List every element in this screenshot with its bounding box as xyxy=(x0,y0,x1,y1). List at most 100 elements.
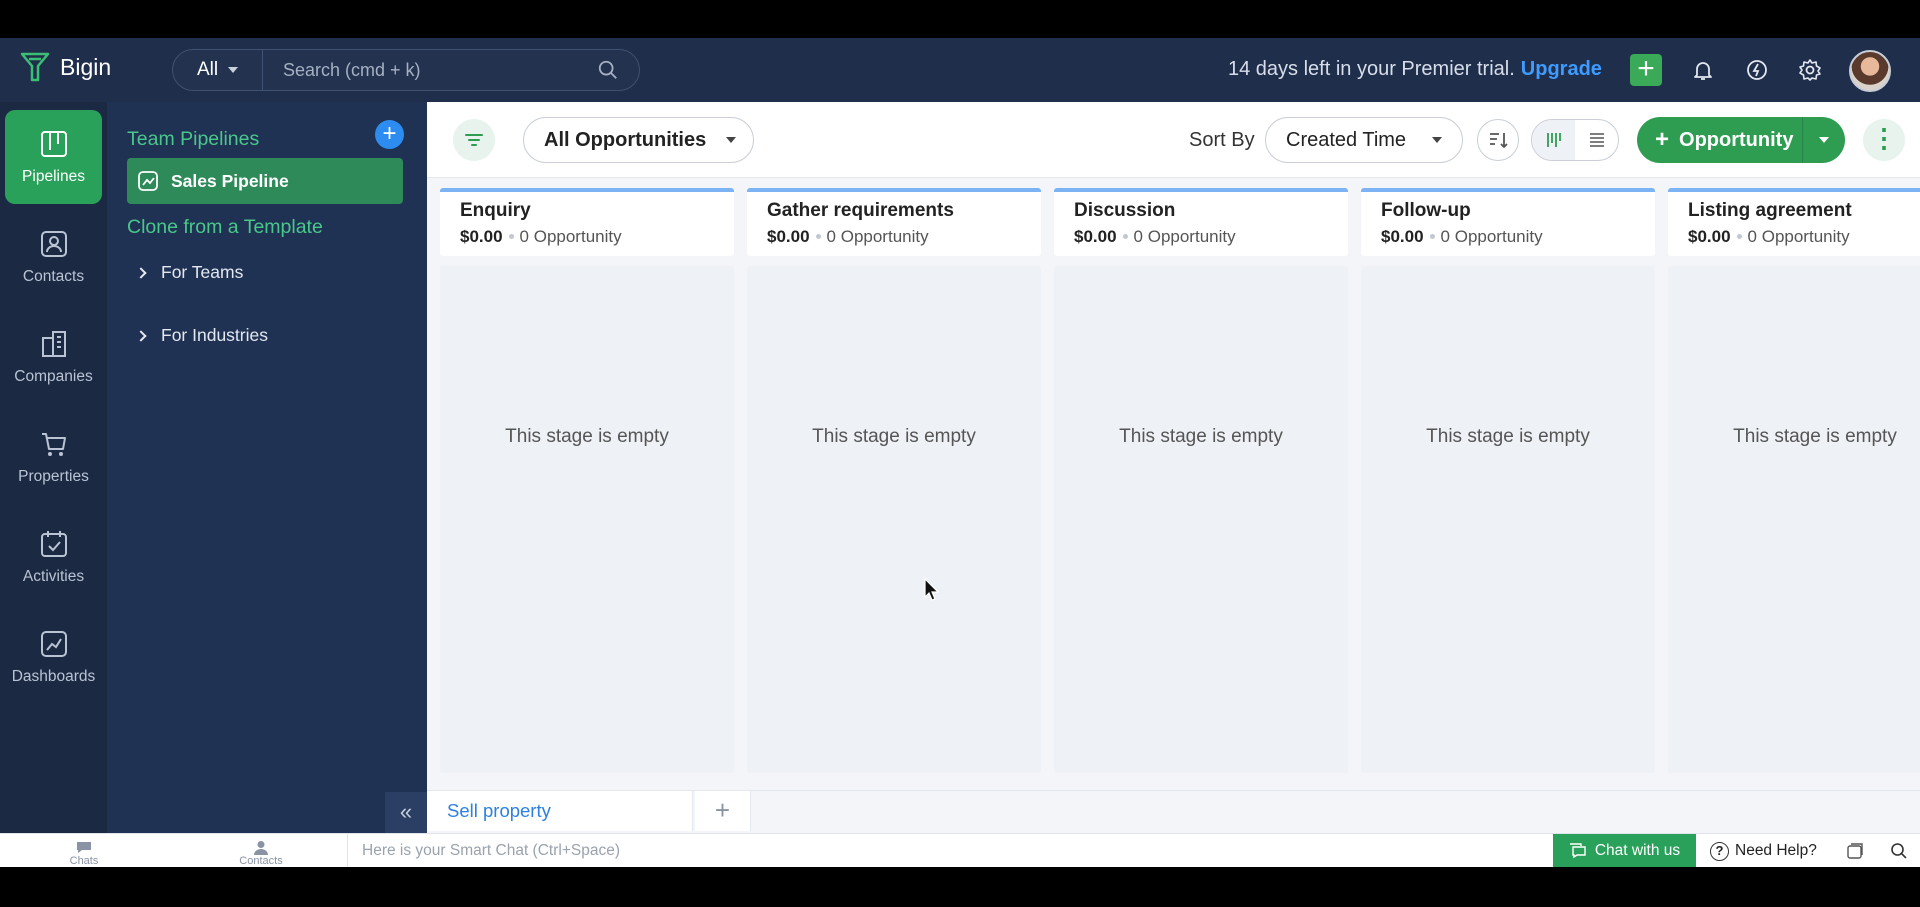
chevron-right-icon xyxy=(135,266,147,279)
sort-by-label: Sort By xyxy=(1189,129,1255,151)
stage-summary: $0.00 0 Opportunity xyxy=(1688,227,1920,247)
nav-item-activities[interactable]: Activities xyxy=(5,510,102,604)
create-opportunity-label: Opportunity xyxy=(1679,128,1794,151)
stage-drop-area[interactable]: This stage is empty xyxy=(440,266,734,773)
bell-icon[interactable] xyxy=(1691,58,1715,82)
sort-order-button[interactable] xyxy=(1477,119,1519,161)
cart-icon xyxy=(41,433,66,456)
smart-chat-input[interactable]: Here is your Smart Chat (Ctrl+Space) xyxy=(347,834,620,867)
chevron-down-icon xyxy=(228,67,239,73)
nav-item-contacts[interactable]: Contacts xyxy=(5,210,102,304)
trial-notice: 14 days left in your Premier trial. Upgra… xyxy=(1228,58,1602,81)
chevron-right-icon xyxy=(135,329,147,342)
stage-summary: $0.00 0 Opportunity xyxy=(1074,227,1328,247)
chat-icon xyxy=(1569,843,1586,859)
chats-label: Chats xyxy=(69,855,99,867)
gear-icon[interactable] xyxy=(1798,58,1822,82)
tree-label: For Industries xyxy=(161,325,268,345)
more-options-button[interactable]: ⋮ xyxy=(1863,119,1905,161)
signal-icon[interactable] xyxy=(1745,58,1769,82)
stage-column: Enquiry $0.00 0 Opportunity This stage is… xyxy=(440,188,734,773)
chats-shortcut[interactable]: Chats xyxy=(59,840,109,867)
contacts-shortcut[interactable]: Contacts xyxy=(236,840,286,867)
chat-bubble-icon xyxy=(77,842,91,853)
nav-item-companies[interactable]: Companies xyxy=(5,310,102,404)
sort-order-icon xyxy=(1490,133,1508,149)
user-avatar[interactable] xyxy=(1849,50,1891,92)
create-opportunity-button[interactable]: + Opportunity xyxy=(1637,117,1803,163)
stage-count: 0 Opportunity xyxy=(1133,227,1236,246)
nav-label: Pipelines xyxy=(22,168,85,185)
notes-icon[interactable] xyxy=(1846,842,1864,860)
stage-header[interactable]: Follow-up $0.00 0 Opportunity xyxy=(1361,188,1655,256)
empty-state-text: This stage is empty xyxy=(812,426,976,447)
stage-drop-area[interactable]: This stage is empty xyxy=(1361,266,1655,773)
kanban-board: Enquiry $0.00 0 Opportunity This stage is… xyxy=(440,188,1920,813)
view-selector-dropdown[interactable]: All Opportunities xyxy=(523,117,754,163)
tab-sell-property[interactable]: Sell property xyxy=(427,791,693,831)
stage-name: Gather requirements xyxy=(767,200,954,221)
filter-button[interactable] xyxy=(453,119,495,161)
chat-with-us-button[interactable]: Chat with us xyxy=(1553,834,1696,867)
building-icon xyxy=(41,331,66,357)
new-opportunity-button: + Opportunity xyxy=(1637,117,1845,163)
need-help-button[interactable]: ? Need Help? xyxy=(1710,834,1817,867)
stage-amount: $0.00 xyxy=(460,227,503,246)
sort-field-dropdown[interactable]: Created Time xyxy=(1265,117,1463,163)
upgrade-link[interactable]: Upgrade xyxy=(1521,58,1602,80)
stage-header[interactable]: Listing agreement $0.00 0 Opportunity xyxy=(1668,188,1920,256)
stage-amount: $0.00 xyxy=(1688,227,1731,246)
create-options-dropdown[interactable] xyxy=(1803,137,1845,143)
tree-label: For Teams xyxy=(161,262,244,282)
tree-item-for-teams[interactable]: For Teams xyxy=(135,262,244,283)
stage-name: Enquiry xyxy=(460,200,531,221)
quick-create-button[interactable]: + xyxy=(1630,54,1662,86)
stage-count: 0 Opportunity xyxy=(1747,227,1850,246)
stage-drop-area[interactable]: This stage is empty xyxy=(747,266,1041,773)
add-pipeline-button[interactable]: + xyxy=(375,120,404,149)
team-pipelines-heading: Team Pipelines xyxy=(127,128,260,150)
stage-header[interactable]: Gather requirements $0.00 0 Opportunity xyxy=(747,188,1041,256)
list-view-button[interactable] xyxy=(1575,120,1618,160)
stage-header[interactable]: Discussion $0.00 0 Opportunity xyxy=(1054,188,1348,256)
collapse-panel-button[interactable]: « xyxy=(385,792,427,834)
need-help-label: Need Help? xyxy=(1735,842,1817,859)
add-tab-button[interactable]: + xyxy=(695,791,751,831)
stage-drop-area[interactable]: This stage is empty xyxy=(1668,266,1920,773)
plus-icon: + xyxy=(1655,126,1670,153)
nav-label: Contacts xyxy=(22,268,85,285)
stage-name: Listing agreement xyxy=(1688,200,1852,221)
app-logo[interactable]: Bigin xyxy=(20,50,111,84)
board-toolbar: All Opportunities Sort By Created Time +… xyxy=(427,102,1920,178)
stage-summary: $0.00 0 Opportunity xyxy=(767,227,1021,247)
search-input[interactable]: Search (cmd + k) xyxy=(263,60,597,81)
view-mode-toggle xyxy=(1531,119,1619,161)
pipeline-item-sales[interactable]: Sales Pipeline xyxy=(127,158,403,204)
nav-item-pipelines[interactable]: Pipelines xyxy=(5,110,102,204)
mouse-cursor-icon xyxy=(924,578,940,601)
stage-column: Follow-up $0.00 0 Opportunity This stage … xyxy=(1361,188,1655,773)
app-window: Bigin All Search (cmd + k) 14 days left … xyxy=(0,38,1920,867)
stage-header[interactable]: Enquiry $0.00 0 Opportunity xyxy=(440,188,734,256)
tree-item-for-industries[interactable]: For Industries xyxy=(135,325,268,346)
person-icon xyxy=(254,841,268,855)
pipeline-tabs: Sell property + xyxy=(427,790,1920,831)
stage-column: Gather requirements $0.00 0 Opportunity T… xyxy=(747,188,1041,773)
kanban-view-button[interactable] xyxy=(1532,120,1575,160)
stage-drop-area[interactable]: This stage is empty xyxy=(1054,266,1348,773)
nav-item-properties[interactable]: Properties xyxy=(5,410,102,504)
pipeline-label: Sales Pipeline xyxy=(171,170,289,191)
trend-icon xyxy=(138,171,158,191)
search-icon[interactable] xyxy=(597,59,619,81)
chart-icon xyxy=(40,631,67,657)
contacts-label: Contacts xyxy=(239,855,283,867)
pipelines-panel: Team Pipelines + Sales Pipeline Clone fr… xyxy=(107,102,427,867)
left-nav-rail: Pipelines Contacts Companies Properties … xyxy=(0,102,107,867)
stage-column: Listing agreement $0.00 0 Opportunity Thi… xyxy=(1668,188,1920,773)
stage-amount: $0.00 xyxy=(1074,227,1117,246)
search-icon[interactable] xyxy=(1890,842,1908,860)
nav-label: Properties xyxy=(18,468,89,485)
chevron-down-icon xyxy=(1432,137,1443,143)
nav-item-dashboards[interactable]: Dashboards xyxy=(5,610,102,704)
search-scope-dropdown[interactable]: All xyxy=(173,50,263,90)
